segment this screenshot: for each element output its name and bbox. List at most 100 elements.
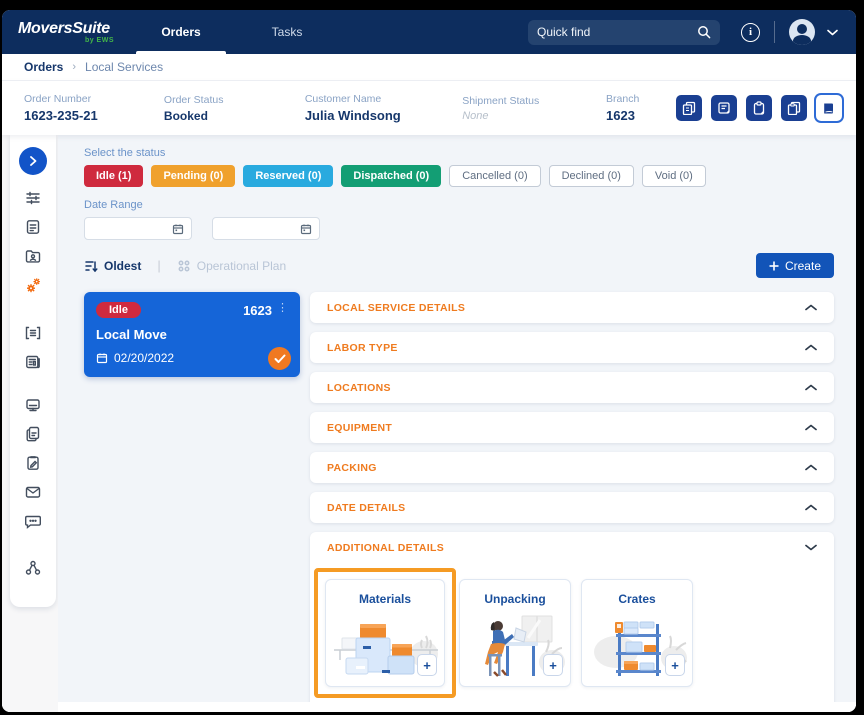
shipment-status-label: Shipment Status: [462, 95, 606, 107]
sidebar-item-inventory[interactable]: [20, 320, 46, 346]
sidebar-item-messages[interactable]: [20, 508, 46, 534]
crates-card-title: Crates: [582, 592, 692, 606]
sidebar-item-tasks-clipboard[interactable]: [20, 450, 46, 476]
sidebar-item-local-services-active[interactable]: [20, 272, 46, 298]
operational-plan-label: Operational Plan: [197, 259, 286, 273]
create-button[interactable]: Create: [756, 253, 834, 278]
date-to-input[interactable]: [212, 217, 320, 240]
field-branch: Branch 1623: [606, 93, 676, 123]
unpacking-card[interactable]: Unpacking: [459, 579, 571, 687]
tab-tasks[interactable]: Tasks: [234, 10, 340, 54]
kebab-icon[interactable]: ⋮: [277, 301, 288, 314]
crates-add-button[interactable]: +: [665, 654, 685, 676]
sidebar-expand-button[interactable]: [19, 147, 47, 175]
copy-documents-icon[interactable]: [676, 95, 702, 121]
clipboard-copy-icon[interactable]: [781, 95, 807, 121]
field-customer-name: Customer Name Julia Windsong: [305, 93, 462, 123]
date-range-row: [84, 217, 834, 240]
chevron-up-icon: [805, 384, 817, 391]
quick-find-search[interactable]: [528, 20, 720, 45]
sidebar-item-network[interactable]: [20, 555, 46, 581]
selected-check-badge[interactable]: [268, 347, 291, 370]
sidebar-item-news[interactable]: [20, 349, 46, 375]
chip-dispatched-label: Dispatched (0): [353, 170, 429, 182]
toolbar-divider: |: [157, 258, 160, 273]
order-card-date-row: 02/20/2022: [96, 351, 288, 365]
journal-icon[interactable]: [816, 95, 842, 121]
sliders-icon: [24, 189, 42, 207]
search-icon[interactable]: [697, 25, 711, 39]
chip-reserved[interactable]: Reserved (0): [243, 165, 333, 187]
shipment-status-value: None: [462, 110, 606, 122]
unpacking-add-button[interactable]: +: [543, 654, 563, 676]
sidebar-item-order-notes[interactable]: [20, 214, 46, 240]
field-shipment-status: Shipment Status None: [462, 95, 606, 122]
accordion-label: LOCAL SERVICE DETAILS: [327, 302, 465, 314]
chip-void[interactable]: Void (0): [642, 165, 706, 187]
accordion-date-details[interactable]: DATE DETAILS: [310, 492, 834, 523]
chip-dispatched[interactable]: Dispatched (0): [341, 165, 441, 187]
crates-card[interactable]: Crates: [581, 579, 693, 687]
folder-user-icon: [24, 247, 42, 265]
sidebar-item-planner[interactable]: [20, 185, 46, 211]
sidebar-item-documents[interactable]: [20, 421, 46, 447]
sort-oldest-button[interactable]: Oldest: [84, 259, 141, 273]
chip-idle[interactable]: Idle (1): [84, 165, 143, 187]
chevron-up-icon: [805, 464, 817, 471]
create-button-label: Create: [785, 259, 821, 273]
calendar-icon: [300, 223, 312, 235]
top-navbar: MoversSuite by EWS Orders Tasks i: [2, 10, 856, 54]
accordion-label: LOCATIONS: [327, 382, 391, 394]
chevron-up-icon: [805, 504, 817, 511]
sidebar-item-mail[interactable]: [20, 479, 46, 505]
chip-pending-label: Pending (0): [163, 170, 223, 182]
accordion-labor-type[interactable]: LABOR TYPE: [310, 332, 834, 363]
materials-add-button[interactable]: +: [417, 654, 437, 676]
sidebar-item-customer[interactable]: [20, 243, 46, 269]
order-number-value: 1623-235-21: [24, 108, 164, 123]
materials-card[interactable]: Materials: [325, 579, 445, 687]
pages-icon: [24, 425, 42, 443]
search-input[interactable]: [537, 25, 697, 39]
sidebar-item-display[interactable]: [20, 392, 46, 418]
breadcrumb-orders[interactable]: Orders: [24, 60, 63, 74]
customer-name-value: Julia Windsong: [305, 108, 462, 123]
operational-plan-button[interactable]: Operational Plan: [177, 259, 286, 273]
chip-pending[interactable]: Pending (0): [151, 165, 235, 187]
check-icon: [274, 354, 286, 364]
tab-orders[interactable]: Orders: [128, 10, 234, 54]
accordion-local-service-details[interactable]: LOCAL SERVICE DETAILS: [310, 292, 834, 323]
breadcrumb-local-services[interactable]: Local Services: [85, 60, 163, 74]
accordion-additional-details[interactable]: ADDITIONAL DETAILS: [310, 532, 834, 563]
chevron-down-icon[interactable]: [827, 29, 838, 36]
chevron-up-icon: [805, 304, 817, 311]
accordion-label: PACKING: [327, 462, 377, 474]
logo-title: MoversSuite: [18, 20, 114, 38]
info-icon[interactable]: i: [741, 23, 760, 42]
accordion-equipment[interactable]: EQUIPMENT: [310, 412, 834, 443]
left-rail: [2, 135, 58, 712]
accordion-locations[interactable]: LOCATIONS: [310, 372, 834, 403]
breadcrumb-separator: ›: [72, 61, 76, 73]
accordion-label: EQUIPMENT: [327, 422, 392, 434]
additional-cards-row: Materials: [310, 563, 834, 710]
clipboard-icon[interactable]: [746, 95, 772, 121]
crates-illustration: +: [582, 614, 692, 680]
note-icon[interactable]: [711, 95, 737, 121]
date-from-input[interactable]: [84, 217, 192, 240]
sidebar: [10, 135, 56, 607]
unpacking-illustration: +: [460, 614, 570, 680]
order-card[interactable]: Idle 1623 ⋮ Local Move 02/20/2022: [84, 292, 300, 377]
gears-icon: [24, 276, 43, 295]
chip-declined-label: Declined (0): [562, 170, 621, 182]
field-order-status: Order Status Booked: [164, 94, 305, 123]
chip-void-label: Void (0): [655, 170, 693, 182]
status-badge: Idle: [96, 302, 141, 318]
chip-cancelled[interactable]: Cancelled (0): [449, 165, 540, 187]
chevron-up-icon: [805, 424, 817, 431]
chip-declined[interactable]: Declined (0): [549, 165, 634, 187]
calendar-icon: [172, 223, 184, 235]
accordion-packing[interactable]: PACKING: [310, 452, 834, 483]
order-card-date: 02/20/2022: [114, 351, 174, 365]
user-avatar[interactable]: [789, 19, 815, 45]
